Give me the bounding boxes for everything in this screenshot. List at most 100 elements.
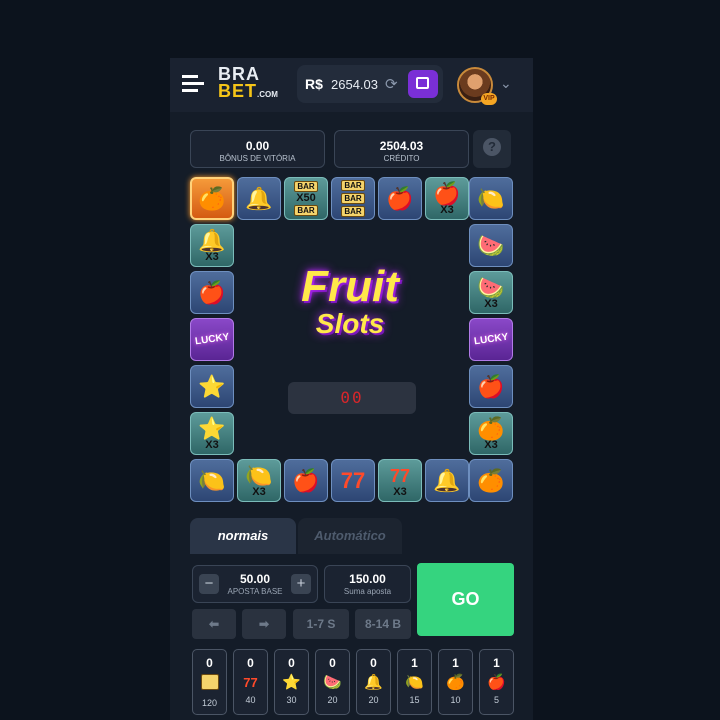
bell-icon: 🔔: [245, 185, 273, 211]
star-icon: ⭐: [198, 415, 226, 441]
bar-icon: BAR: [341, 180, 365, 191]
question-icon: ?: [483, 138, 501, 156]
x3-label: X3: [205, 250, 219, 263]
increase-bet-button[interactable]: +: [291, 574, 311, 594]
credit-value: 2504.03: [379, 139, 424, 153]
go-button[interactable]: GO: [417, 563, 514, 636]
orange-icon: 🍊: [446, 674, 465, 691]
tile-orange-active: 🍊: [190, 177, 234, 220]
bell-icon: 🔔: [433, 467, 461, 493]
chevron-down-icon[interactable]: ⌄: [500, 75, 512, 92]
tile-apple: 🍎: [284, 459, 328, 502]
currency-symbol: R$: [305, 76, 323, 92]
seven-icon: 77: [243, 675, 258, 690]
tile-bell: 🔔: [237, 177, 281, 220]
lemon-icon: 🍋: [477, 185, 505, 211]
paytable-item-star[interactable]: 0 ⭐ 30: [274, 649, 309, 715]
balance-amount: 2654.03: [331, 77, 378, 92]
paytable-multiplier: 30: [286, 695, 297, 705]
tile-star-x3: ⭐ X3: [190, 412, 234, 455]
paytable-item-apple[interactable]: 1 🍎 5: [479, 649, 514, 715]
prev-arrow-button[interactable]: ⬅: [192, 609, 236, 639]
sum-bet-label: Suma aposta: [343, 587, 392, 596]
lemon-icon: 🍋: [405, 674, 424, 691]
logo-line2: BET: [218, 81, 257, 101]
paytable-multiplier: 120: [201, 698, 218, 708]
tile-bar-x50: BAR X50 BAR: [284, 177, 328, 220]
next-arrow-button[interactable]: ➡: [242, 609, 286, 639]
paytable-multiplier: 20: [327, 695, 338, 705]
game-title-line1: Fruit: [301, 262, 399, 311]
x3-label: X3: [484, 438, 498, 451]
tile-seven: 77: [331, 459, 375, 502]
paytable-count: 0: [370, 656, 377, 670]
orange-icon: 🍊: [477, 415, 505, 441]
x3-label: X3: [252, 485, 266, 498]
brand-logo[interactable]: BRA BET.COM: [218, 65, 278, 103]
star-icon: ⭐: [282, 674, 301, 691]
tile-lemon: 🍋: [190, 459, 234, 502]
game-title-line2: Slots: [315, 308, 385, 339]
range-small-button[interactable]: 1-7 S: [293, 609, 349, 639]
lemon-icon: 🍋: [245, 462, 273, 488]
watermelon-icon: 🍉: [477, 232, 505, 258]
x3-label: X3: [205, 438, 219, 451]
bar-icon: BAR: [341, 206, 365, 217]
paytable-item-seven[interactable]: 0 77 40: [233, 649, 268, 715]
apple-icon: 🍎: [292, 467, 320, 493]
paytable-multiplier: 5: [493, 695, 499, 705]
sum-bet-value: 150.00: [349, 572, 386, 586]
logo-suffix: .COM: [257, 90, 278, 99]
base-bet-stepper: − 50.00 APOSTA BASE +: [192, 565, 318, 603]
wallet-button[interactable]: [408, 70, 438, 98]
paytable-item-lemon[interactable]: 1 🍋 15: [397, 649, 432, 715]
paytable-item-watermelon[interactable]: 0 🍉 20: [315, 649, 350, 715]
tile-orange-x3: 🍊 X3: [469, 412, 513, 455]
paytable-multiplier: 10: [450, 695, 461, 705]
sum-bet-box: 150.00 Suma aposta: [324, 565, 411, 603]
tab-auto[interactable]: Automático: [298, 518, 402, 554]
lemon-icon: 🍋: [198, 467, 226, 493]
paytable-count: 1: [411, 656, 418, 670]
refresh-icon[interactable]: ⟳: [385, 75, 398, 93]
balance-box: R$ 2654.03 ⟳: [297, 65, 443, 103]
avatar[interactable]: VIP: [457, 67, 497, 105]
win-bonus-label: BÔNUS DE VITÓRIA: [219, 154, 296, 163]
credit-box: 2504.03 CRÉDITO: [334, 130, 469, 168]
win-counter-display: 00: [288, 382, 416, 414]
paytable-multiplier: 15: [409, 695, 420, 705]
credit-label: CRÉDITO: [383, 154, 420, 163]
apple-icon: 🍎: [198, 279, 226, 305]
paytable-count: 0: [329, 656, 336, 670]
x50-label: X50: [296, 192, 316, 204]
x3-label: X3: [440, 203, 454, 216]
bar-icon: [193, 674, 226, 695]
vip-badge-icon: VIP: [481, 93, 497, 105]
lucky-label: LUCKY: [194, 331, 230, 348]
bell-icon: 🔔: [198, 227, 226, 253]
wallet-icon: [416, 77, 429, 89]
watermelon-icon: 🍉: [323, 674, 342, 691]
tab-normal[interactable]: normais: [190, 518, 296, 554]
menu-icon[interactable]: [180, 72, 206, 94]
paytable-count: 1: [493, 656, 500, 670]
orange-icon: 🍊: [477, 467, 505, 493]
paytable-item-bar[interactable]: 0 120: [192, 649, 227, 715]
tile-lucky: LUCKY: [469, 318, 513, 361]
win-bonus-box: 0.00 BÔNUS DE VITÓRIA: [190, 130, 325, 168]
tile-apple: 🍎: [469, 365, 513, 408]
x3-label: X3: [484, 297, 498, 310]
x3-label: X3: [393, 485, 407, 498]
seven-icon: 77: [389, 465, 411, 486]
tile-orange: 🍊: [469, 459, 513, 502]
range-big-button[interactable]: 8-14 B: [355, 609, 411, 639]
apple-icon: 🍎: [433, 180, 461, 206]
paytable-item-orange[interactable]: 1 🍊 10: [438, 649, 473, 715]
help-button[interactable]: ?: [473, 130, 511, 168]
paytable-count: 0: [247, 656, 254, 670]
lucky-label: LUCKY: [473, 331, 509, 348]
paytable-item-bell[interactable]: 0 🔔 20: [356, 649, 391, 715]
tile-lemon-x3: 🍋 X3: [237, 459, 281, 502]
app-frame: BRA BET.COM R$ 2654.03 ⟳ VIP ⌄ 0.00 BÔNU…: [170, 58, 533, 720]
decrease-bet-button[interactable]: −: [199, 574, 219, 594]
